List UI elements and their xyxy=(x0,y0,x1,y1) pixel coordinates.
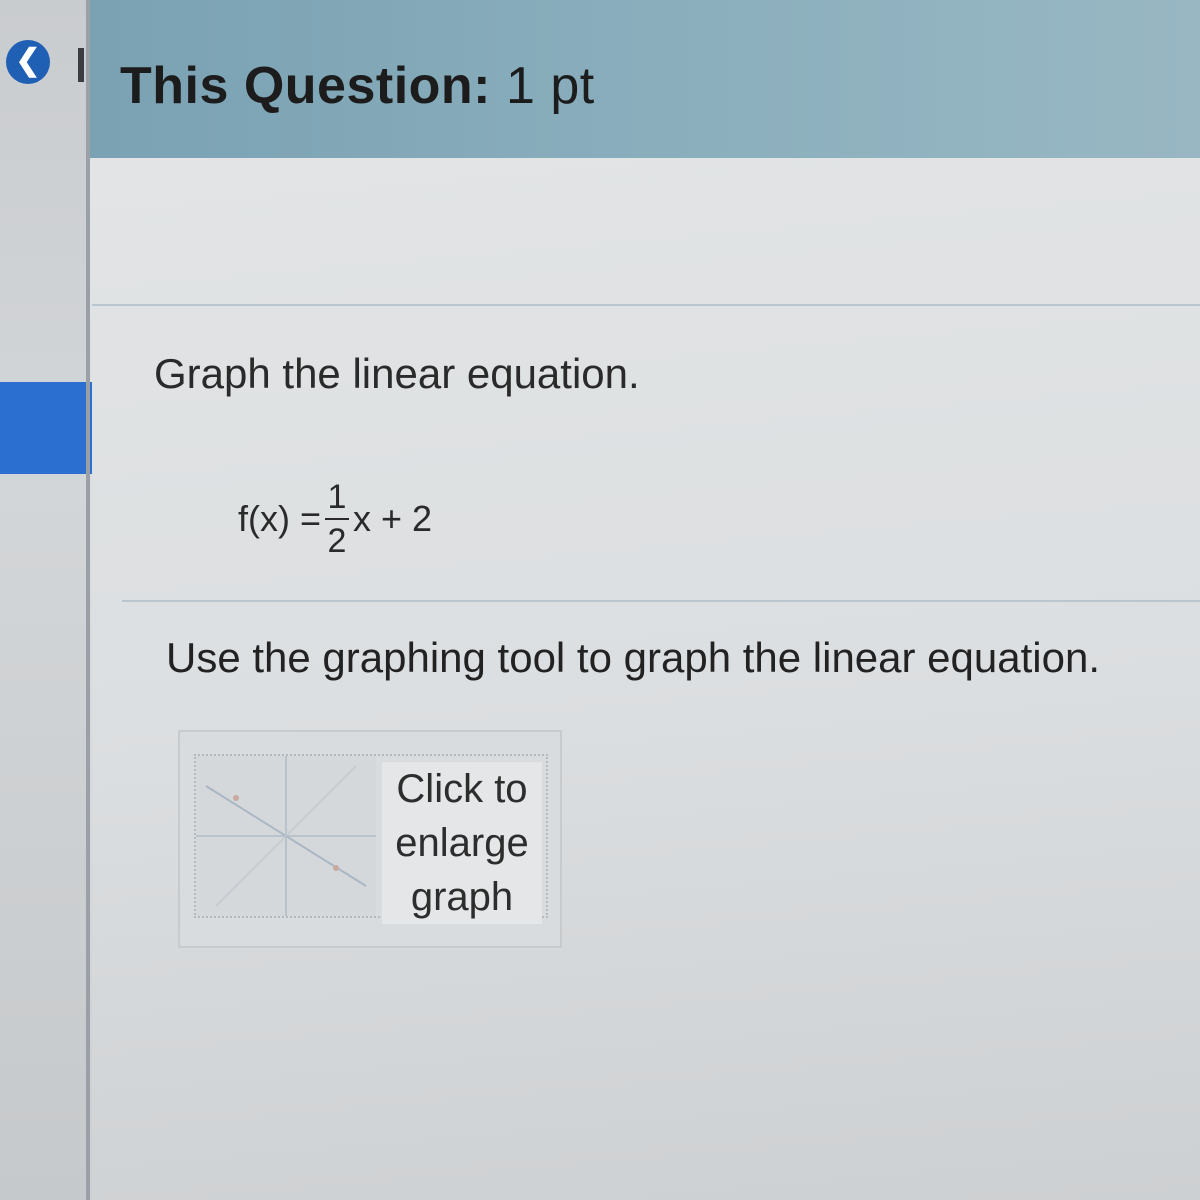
left-navigation-strip: ❮ xyxy=(0,0,86,1200)
panel-divider xyxy=(86,0,90,1200)
question-instruction: Graph the linear equation. xyxy=(154,350,640,397)
question-points-value: 1 pt xyxy=(505,57,595,115)
graphing-prompt: Use the graphing tool to graph the linea… xyxy=(166,634,1100,681)
content-divider-mid xyxy=(122,600,1200,602)
content-divider-top xyxy=(92,304,1200,306)
fraction-denominator: 2 xyxy=(327,522,347,560)
back-arrow-icon[interactable]: ❮ xyxy=(6,40,50,84)
question-title-label: This Question: xyxy=(120,57,491,115)
graph-preview-icon xyxy=(196,756,376,916)
enlarge-graph-label[interactable]: Click to enlarge graph xyxy=(382,762,542,924)
graph-thumbnail-frame: Click to enlarge graph xyxy=(194,754,548,924)
graph-thumbnail-button[interactable]: Click to enlarge graph xyxy=(178,730,562,948)
screen: ❮ This Question: 1 pt Graph the linear e… xyxy=(0,0,1200,1200)
linear-equation: f(x) = 1 2 x + 2 xyxy=(238,464,432,574)
enlarge-label-line-3: graph xyxy=(410,875,514,919)
question-content: Graph the linear equation. f(x) = 1 2 x … xyxy=(92,158,1200,1200)
equation-lhs: f(x) = xyxy=(238,498,322,539)
fraction-bar xyxy=(325,518,350,520)
equation-fraction: 1 2 xyxy=(325,478,350,560)
nav-divider-mark xyxy=(78,48,84,82)
question-header: This Question: 1 pt xyxy=(90,0,1200,158)
enlarge-label-line-1: Click to xyxy=(396,767,528,811)
question-points-title: This Question: 1 pt xyxy=(120,56,595,116)
fraction-numerator: 1 xyxy=(327,478,347,516)
enlarge-label-line-2: enlarge xyxy=(395,821,529,865)
equation-rhs: x + 2 xyxy=(353,498,433,539)
